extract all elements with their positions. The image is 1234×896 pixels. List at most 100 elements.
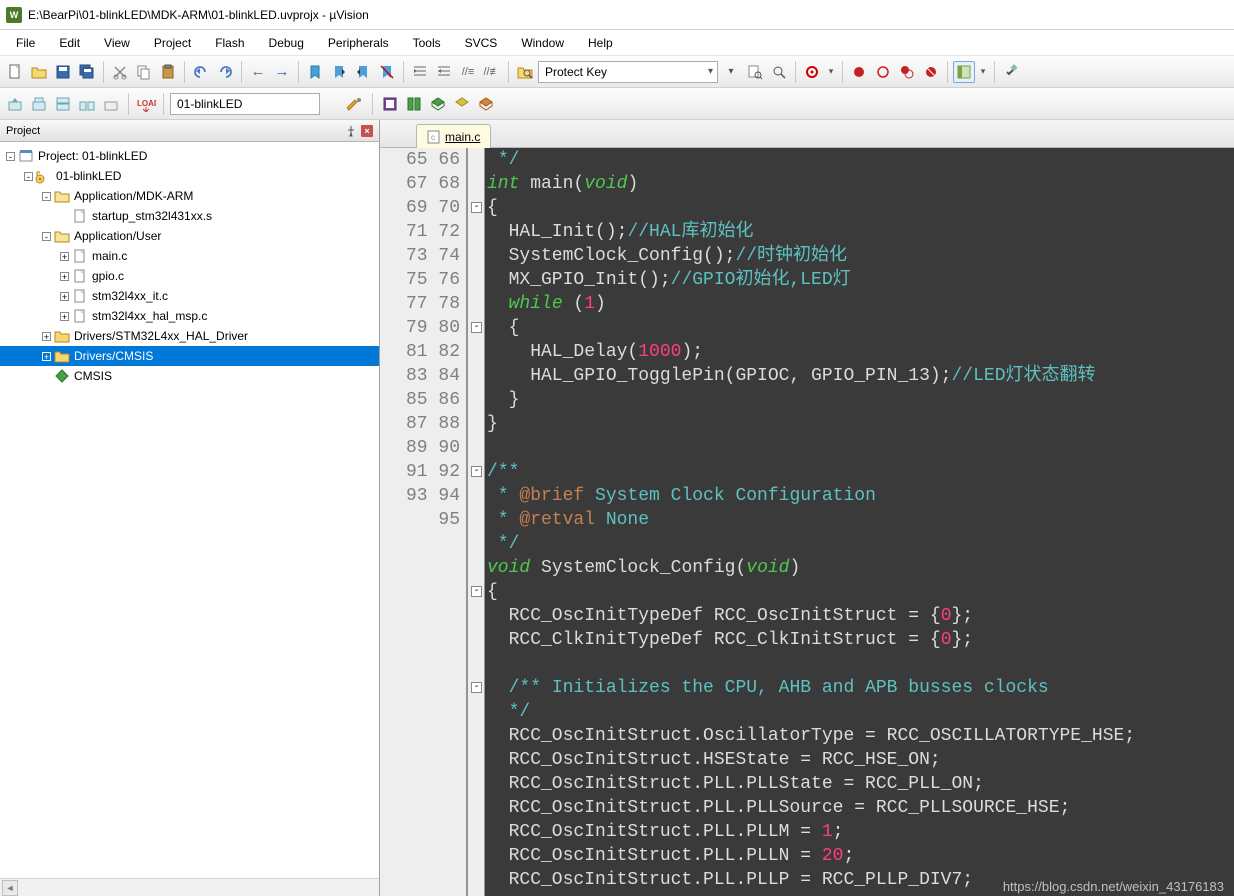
paste-icon[interactable]	[157, 61, 179, 83]
comment-icon[interactable]: //≡	[457, 61, 479, 83]
expander-icon[interactable]: -	[42, 232, 51, 241]
expander-icon[interactable]: -	[24, 172, 33, 181]
menu-window[interactable]: Window	[511, 32, 574, 54]
indent-icon[interactable]	[409, 61, 431, 83]
find-icon[interactable]	[744, 61, 766, 83]
menu-flash[interactable]: Flash	[205, 32, 254, 54]
combo-dropdown-icon[interactable]: ▾	[720, 61, 742, 83]
pack-icon-2[interactable]	[451, 93, 473, 115]
tree-file-1-3[interactable]: +stm32l4xx_hal_msp.c	[0, 306, 379, 326]
debug-start-icon[interactable]	[801, 61, 823, 83]
tree-item-label: stm32l4xx_it.c	[92, 289, 168, 303]
tree-target[interactable]: -01-blinkLED	[0, 166, 379, 186]
expander-icon[interactable]: -	[42, 192, 51, 201]
tree-file-1-2[interactable]: + stm32l4xx_it.c	[0, 286, 379, 306]
expander-icon[interactable]: +	[42, 332, 51, 341]
menu-peripherals[interactable]: Peripherals	[318, 32, 399, 54]
translate-icon[interactable]	[4, 93, 26, 115]
menu-project[interactable]: Project	[144, 32, 201, 54]
breakpoint-kill-all-icon[interactable]	[920, 61, 942, 83]
pack-installer-icon[interactable]	[427, 93, 449, 115]
expander-icon[interactable]: -	[6, 152, 15, 161]
search-combo[interactable]: Protect Key	[538, 61, 718, 83]
copy-icon[interactable]	[133, 61, 155, 83]
expander-icon[interactable]: +	[60, 292, 69, 301]
code-content[interactable]: */ int main(void) { HAL_Init();//HAL库初始化…	[485, 148, 1234, 896]
menu-view[interactable]: View	[94, 32, 140, 54]
tree-group-0[interactable]: -Application/MDK-ARM	[0, 186, 379, 206]
project-tree[interactable]: -Project: 01-blinkLED-01-blinkLED-Applic…	[0, 142, 379, 878]
tree-file-1-0[interactable]: +main.c	[0, 246, 379, 266]
tree-item-icon	[54, 368, 70, 384]
fold-toggle-icon[interactable]: -	[471, 322, 482, 333]
menu-debug[interactable]: Debug	[259, 32, 314, 54]
horizontal-scrollbar[interactable]: ◄	[0, 878, 379, 896]
fold-gutter[interactable]: - - - - -	[468, 148, 485, 896]
tree-file-1-1[interactable]: +gpio.c	[0, 266, 379, 286]
menu-help[interactable]: Help	[578, 32, 623, 54]
redo-icon[interactable]	[214, 61, 236, 83]
menu-file[interactable]: File	[6, 32, 45, 54]
scroll-left-icon[interactable]: ◄	[2, 880, 18, 896]
save-icon[interactable]	[52, 61, 74, 83]
build-icon[interactable]	[28, 93, 50, 115]
bookmark-toggle-icon[interactable]	[304, 61, 326, 83]
bookmark-prev-icon[interactable]	[328, 61, 350, 83]
nav-back-icon[interactable]: ←	[247, 61, 269, 83]
tree-file-0-0[interactable]: startup_stm32l431xx.s	[0, 206, 379, 226]
incremental-find-icon[interactable]	[768, 61, 790, 83]
new-file-icon[interactable]	[4, 61, 26, 83]
toolbar-main: ← → //≡ //≢ Protect Key ▾ ▾ ▾	[0, 56, 1234, 88]
window-layout-icon[interactable]	[953, 61, 975, 83]
nav-forward-icon[interactable]: →	[271, 61, 293, 83]
tree-project-root[interactable]: -Project: 01-blinkLED	[0, 146, 379, 166]
open-file-icon[interactable]	[28, 61, 50, 83]
undo-icon[interactable]	[190, 61, 212, 83]
rebuild-icon[interactable]	[52, 93, 74, 115]
batch-build-icon[interactable]	[76, 93, 98, 115]
menu-tools[interactable]: Tools	[403, 32, 451, 54]
fold-toggle-icon[interactable]: -	[471, 586, 482, 597]
expander-icon[interactable]: +	[60, 272, 69, 281]
menu-svcs[interactable]: SVCS	[455, 32, 508, 54]
options-target-icon[interactable]	[344, 93, 366, 115]
fold-toggle-icon[interactable]: -	[471, 202, 482, 213]
save-all-icon[interactable]	[76, 61, 98, 83]
breakpoint-disable-all-icon[interactable]	[896, 61, 918, 83]
breakpoint-disabled-icon[interactable]	[872, 61, 894, 83]
toolbar-build: LOAD 01-blinkLED	[0, 88, 1234, 120]
tree-group-4[interactable]: CMSIS	[0, 366, 379, 386]
expander-icon[interactable]: +	[60, 252, 69, 261]
find-in-files-icon[interactable]	[514, 61, 536, 83]
menu-edit[interactable]: Edit	[49, 32, 90, 54]
bookmark-clear-icon[interactable]	[376, 61, 398, 83]
tree-group-2[interactable]: + Drivers/STM32L4xx_HAL_Driver	[0, 326, 379, 346]
close-panel-icon[interactable]: ×	[361, 125, 373, 137]
tree-item-label: Application/User	[74, 229, 161, 243]
download-icon[interactable]: LOAD	[135, 93, 157, 115]
fold-toggle-icon[interactable]: -	[471, 466, 482, 477]
fold-toggle-icon[interactable]: -	[471, 682, 482, 693]
debug-dropdown-icon[interactable]: ▾	[825, 61, 837, 83]
tree-item-label: Drivers/STM32L4xx_HAL_Driver	[74, 329, 248, 343]
tree-group-3[interactable]: +Drivers/CMSIS	[0, 346, 379, 366]
select-packs-icon[interactable]	[403, 93, 425, 115]
expander-icon[interactable]: +	[60, 312, 69, 321]
code-editor[interactable]: 65 66 67 68 69 70 71 72 73 74 75 76 77 7…	[380, 148, 1234, 896]
configure-icon[interactable]	[1000, 61, 1022, 83]
tree-group-1[interactable]: - Application/User	[0, 226, 379, 246]
window-layout-dropdown-icon[interactable]: ▾	[977, 61, 989, 83]
pin-icon[interactable]	[345, 125, 357, 137]
uncomment-icon[interactable]: //≢	[481, 61, 503, 83]
pack-icon-3[interactable]	[475, 93, 497, 115]
cut-icon[interactable]	[109, 61, 131, 83]
outdent-icon[interactable]	[433, 61, 455, 83]
stop-build-icon[interactable]	[100, 93, 122, 115]
target-select[interactable]: 01-blinkLED	[170, 93, 320, 115]
tree-item-icon	[72, 268, 88, 284]
bookmark-next-icon[interactable]	[352, 61, 374, 83]
breakpoint-insert-icon[interactable]	[848, 61, 870, 83]
editor-tab-main-c[interactable]: c main.c	[416, 124, 491, 148]
expander-icon[interactable]: +	[42, 352, 51, 361]
manage-rte-icon[interactable]	[379, 93, 401, 115]
